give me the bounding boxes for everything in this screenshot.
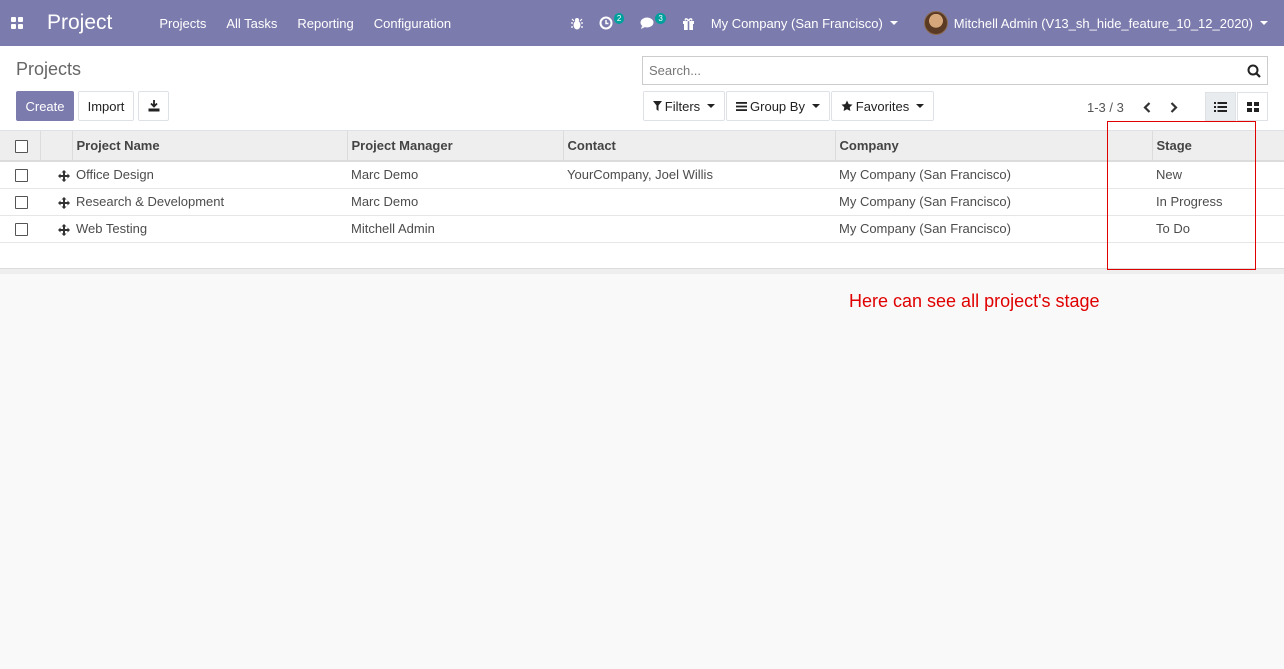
company-name: My Company (San Francisco): [710, 15, 883, 31]
breadcrumb: Projects: [16, 59, 82, 79]
menu-configuration[interactable]: Configuration: [374, 16, 451, 31]
pager-previous-button[interactable]: [1136, 92, 1158, 122]
cell-contact: [563, 188, 835, 216]
table-row[interactable]: Office Design Marc Demo YourCompany, Joe…: [0, 161, 1284, 189]
pager-value[interactable]: 1-3 / 3: [1087, 100, 1124, 115]
handle-header: [40, 131, 73, 162]
activity-clock-icon[interactable]: 2: [599, 12, 625, 30]
control-panel: Projects Create Import Filters Group By …: [0, 46, 1284, 131]
user-menu[interactable]: Mitchell Admin (V13_sh_hide_feature_10_1…: [923, 11, 1268, 35]
list-footer: [0, 268, 1284, 274]
download-button[interactable]: [138, 91, 169, 121]
kanban-view-button[interactable]: [1237, 92, 1268, 121]
chevron-down-icon: [889, 21, 898, 25]
column-header-project-manager[interactable]: Project Manager: [347, 131, 564, 162]
top-navbar: Project Projects All Tasks Reporting Con…: [0, 0, 1284, 46]
apps-menu-icon[interactable]: [0, 0, 34, 46]
groupby-dropdown[interactable]: Group By: [726, 91, 830, 121]
list-icon: [1214, 101, 1227, 112]
app-brand[interactable]: Project: [47, 11, 112, 35]
row-checkbox[interactable]: [15, 169, 28, 183]
search-bar: [642, 56, 1268, 85]
table-header-row: Project Name Project Manager Contact Com…: [0, 131, 1284, 162]
cell-project-manager: Marc Demo: [347, 188, 563, 216]
filters-dropdown[interactable]: Filters: [643, 91, 725, 121]
cell-stage: New: [1152, 161, 1284, 189]
cell-company: My Company (San Francisco): [835, 161, 1152, 189]
drag-handle-icon[interactable]: [58, 196, 70, 209]
column-header-company[interactable]: Company: [835, 131, 1153, 162]
chevron-right-icon: [1170, 101, 1178, 113]
cell-project-manager: Marc Demo: [347, 161, 563, 189]
cell-stage: To Do: [1152, 215, 1284, 243]
table-row[interactable]: Web Testing Mitchell Admin My Company (S…: [0, 215, 1284, 243]
debug-bug-icon[interactable]: [570, 17, 583, 30]
search-icon[interactable]: [1241, 64, 1267, 78]
favorites-dropdown[interactable]: Favorites: [831, 91, 934, 121]
select-all-checkbox[interactable]: [15, 140, 28, 154]
chevron-left-icon: [1143, 101, 1151, 113]
cell-stage: In Progress: [1152, 188, 1284, 216]
messaging-chat-icon[interactable]: 3: [640, 12, 666, 30]
cell-contact: YourCompany, Joel Willis: [563, 161, 835, 189]
column-header-project-name[interactable]: Project Name: [72, 131, 348, 162]
star-icon: [841, 100, 853, 111]
table-row[interactable]: Research & Development Marc Demo My Comp…: [0, 188, 1284, 216]
chevron-down-icon: [811, 104, 820, 108]
download-icon: [148, 100, 159, 112]
menu-reporting[interactable]: Reporting: [297, 16, 353, 31]
empty-row: [0, 242, 1284, 268]
search-input[interactable]: [643, 57, 1241, 84]
list-view-button[interactable]: [1205, 92, 1236, 121]
drag-handle-icon[interactable]: [58, 169, 70, 182]
cell-company: My Company (San Francisco): [835, 215, 1152, 243]
menu-all-tasks[interactable]: All Tasks: [226, 16, 277, 31]
import-button[interactable]: Import: [78, 91, 134, 121]
cell-project-name: Research & Development: [72, 188, 347, 216]
stage-annotation-text: Here can see all project's stage: [849, 291, 1100, 311]
activity-count-badge: 2: [613, 12, 625, 24]
bars-icon: [736, 101, 748, 111]
avatar: [923, 11, 948, 35]
cell-contact: [563, 215, 835, 243]
drag-handle-icon[interactable]: [58, 223, 70, 236]
kanban-icon: [1246, 101, 1259, 112]
chevron-down-icon: [916, 104, 925, 108]
message-count-badge: 3: [655, 12, 666, 24]
row-checkbox[interactable]: [15, 223, 28, 237]
project-table: Project Name Project Manager Contact Com…: [0, 131, 1284, 268]
column-header-stage[interactable]: Stage: [1152, 131, 1284, 162]
chevron-down-icon: [707, 104, 716, 108]
menu-projects[interactable]: Projects: [159, 16, 206, 31]
pager-next-button[interactable]: [1163, 92, 1185, 122]
gift-icon[interactable]: [682, 17, 695, 30]
cell-project-manager: Mitchell Admin: [347, 215, 563, 243]
chevron-down-icon: [1260, 21, 1268, 25]
create-button[interactable]: Create: [16, 91, 74, 121]
column-header-contact[interactable]: Contact: [563, 131, 836, 162]
favorites-label: Favorites: [855, 98, 910, 114]
company-switcher[interactable]: My Company (San Francisco): [711, 16, 898, 31]
row-checkbox[interactable]: [15, 196, 28, 210]
groupby-label: Group By: [750, 98, 805, 114]
cell-project-name: Web Testing: [72, 215, 347, 243]
filters-label: Filters: [664, 98, 701, 114]
filter-icon: [652, 101, 662, 111]
cell-project-name: Office Design: [72, 161, 347, 189]
cell-company: My Company (San Francisco): [835, 188, 1152, 216]
user-name: Mitchell Admin (V13_sh_hide_feature_10_1…: [953, 15, 1253, 31]
project-list: Project Name Project Manager Contact Com…: [0, 131, 1284, 274]
